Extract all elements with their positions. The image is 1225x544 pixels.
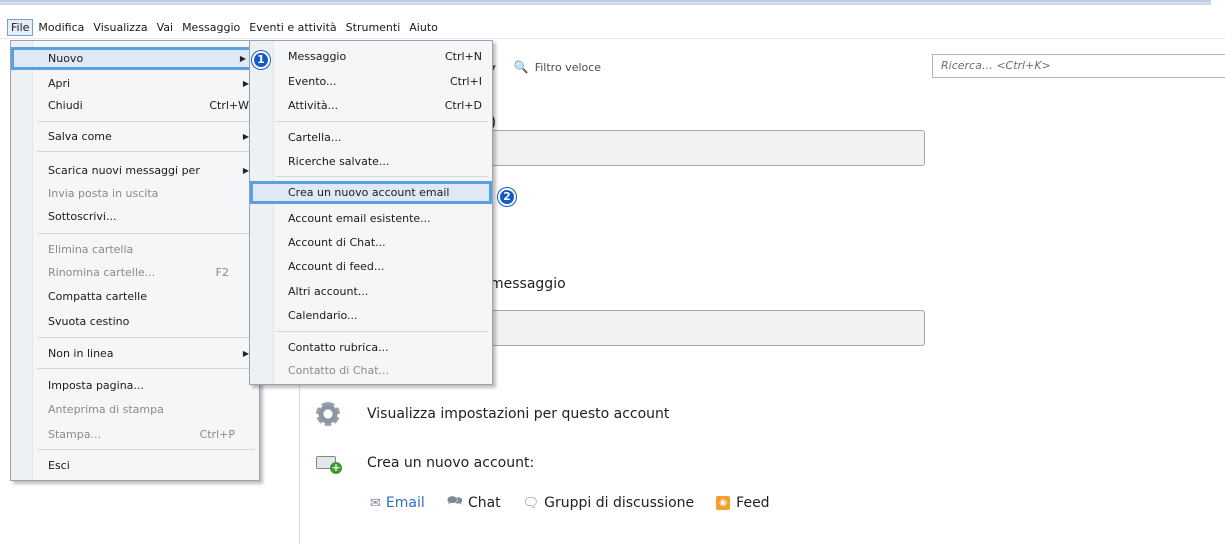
new-item-calendario[interactable]: Calendario... xyxy=(250,304,492,327)
window-titlebar xyxy=(0,0,1225,8)
menu-modifica[interactable]: Modifica xyxy=(34,19,88,36)
new-item-contatto-chat: Contatto di Chat... xyxy=(288,364,390,377)
new-item-cartella[interactable]: Cartella... xyxy=(250,126,492,149)
menu-file[interactable]: File xyxy=(7,19,34,36)
file-menu-item-scarica[interactable]: Scarica nuovi messaggi per ▶ xyxy=(11,159,259,182)
submenu-separator xyxy=(276,176,488,177)
file-menu: Nuovo ▶ Apri ▶ Chiudi Ctrl+W Salva come ▶ Sc… xyxy=(10,40,260,481)
new-account-icon: + xyxy=(316,454,342,474)
view-settings-row[interactable]: Visualizza impostazioni per questo accou… xyxy=(316,402,669,426)
submenu-separator xyxy=(276,331,488,332)
new-item-account-esistente[interactable]: Account email esistente... xyxy=(250,207,492,230)
file-menu-item-apri[interactable]: Apri ▶ xyxy=(11,72,259,95)
file-menu-item-rinomina: Rinomina cartelle... F2 xyxy=(48,266,229,279)
file-menu-item-salva-come[interactable]: Salva come ▶ xyxy=(11,125,259,148)
menu-visualizza[interactable]: Visualizza xyxy=(89,19,151,36)
envelope-icon: ✉ xyxy=(370,495,381,511)
new-item-contatto-rubrica[interactable]: Contatto rubrica... xyxy=(250,336,492,359)
file-menu-separator xyxy=(37,233,255,234)
file-menu-separator xyxy=(37,337,255,338)
file-menu-item-elimina: Elimina cartella xyxy=(48,243,134,256)
file-menu-separator xyxy=(37,151,255,152)
file-menu-item-chiudi[interactable]: Chiudi Ctrl+W xyxy=(11,94,259,117)
file-menu-item-svuota-cestino[interactable]: Svuota cestino xyxy=(11,310,259,333)
write-message-fragment[interactable]: messaggio xyxy=(490,276,566,292)
rss-icon: ◉ xyxy=(716,496,731,510)
new-item-evento[interactable]: Evento... Ctrl+I xyxy=(250,70,492,93)
step-badge-1: 1 xyxy=(252,51,270,69)
view-settings-label[interactable]: Visualizza impostazioni per questo accou… xyxy=(367,406,669,422)
menu-vai[interactable]: Vai xyxy=(153,19,177,36)
new-item-account-chat[interactable]: Account di Chat... xyxy=(250,231,492,254)
file-menu-item-compatta[interactable]: Compatta cartelle xyxy=(11,285,259,308)
chat-icon: 🗪 xyxy=(446,494,463,509)
menubar: File Modifica Visualizza Vai Messaggio E… xyxy=(0,17,1225,39)
new-item-attivita[interactable]: Attività... Ctrl+D xyxy=(250,94,492,117)
file-menu-item-non-in-linea[interactable]: Non in linea ▶ xyxy=(11,342,259,365)
file-menu-separator xyxy=(37,121,255,122)
step-badge-2: 2 xyxy=(498,188,516,206)
link-email[interactable]: ✉ Email xyxy=(370,495,425,511)
menu-strumenti[interactable]: Strumenti xyxy=(342,19,405,36)
menu-aiuto[interactable]: Aiuto xyxy=(405,19,442,36)
new-item-crea-account-email[interactable]: Crea un nuovo account email xyxy=(250,181,492,204)
file-menu-item-sottoscrivi[interactable]: Sottoscrivi... xyxy=(11,205,259,228)
new-item-altri-account[interactable]: Altri account... xyxy=(250,280,492,303)
file-menu-item-nuovo[interactable]: Nuovo ▶ xyxy=(11,47,259,70)
menu-eventi[interactable]: Eventi e attività xyxy=(245,19,340,36)
create-account-row: + Crea un nuovo account: xyxy=(316,454,535,474)
titlebar-end xyxy=(1211,0,1225,6)
menu-messaggio[interactable]: Messaggio xyxy=(178,19,244,36)
new-item-messaggio[interactable]: Messaggio Ctrl+N xyxy=(250,45,492,68)
file-menu-item-esci[interactable]: Esci xyxy=(11,454,259,477)
create-account-label: Crea un nuovo account: xyxy=(367,455,535,471)
new-submenu: Messaggio Ctrl+N Evento... Ctrl+I Attività… xyxy=(249,40,493,385)
file-menu-item-invia-posta: Invia posta in uscita xyxy=(48,187,159,200)
new-item-account-feed[interactable]: Account di feed... xyxy=(250,255,492,278)
link-chat[interactable]: 🗪 Chat xyxy=(447,492,501,514)
file-menu-item-imposta-pagina[interactable]: Imposta pagina... xyxy=(11,374,259,397)
file-menu-separator xyxy=(37,368,255,369)
new-item-ricerche-salvate[interactable]: Ricerche salvate... xyxy=(250,150,492,173)
titlebar-band xyxy=(0,0,1225,5)
file-menu-separator xyxy=(37,449,255,450)
gear-icon xyxy=(316,402,340,426)
file-menu-item-stampa: Stampa... Ctrl+P xyxy=(48,428,235,441)
link-feed[interactable]: ◉ Feed xyxy=(716,495,770,511)
newsgroup-icon: 🗨 xyxy=(522,495,540,511)
account-type-links: ✉ Email 🗪 Chat 🗨 Gruppi di discussione ◉… xyxy=(370,492,792,514)
link-newsgroups[interactable]: 🗨 Gruppi di discussione xyxy=(523,495,695,511)
file-menu-item-anteprima: Anteprima di stampa xyxy=(48,403,164,416)
submenu-separator xyxy=(276,121,488,122)
